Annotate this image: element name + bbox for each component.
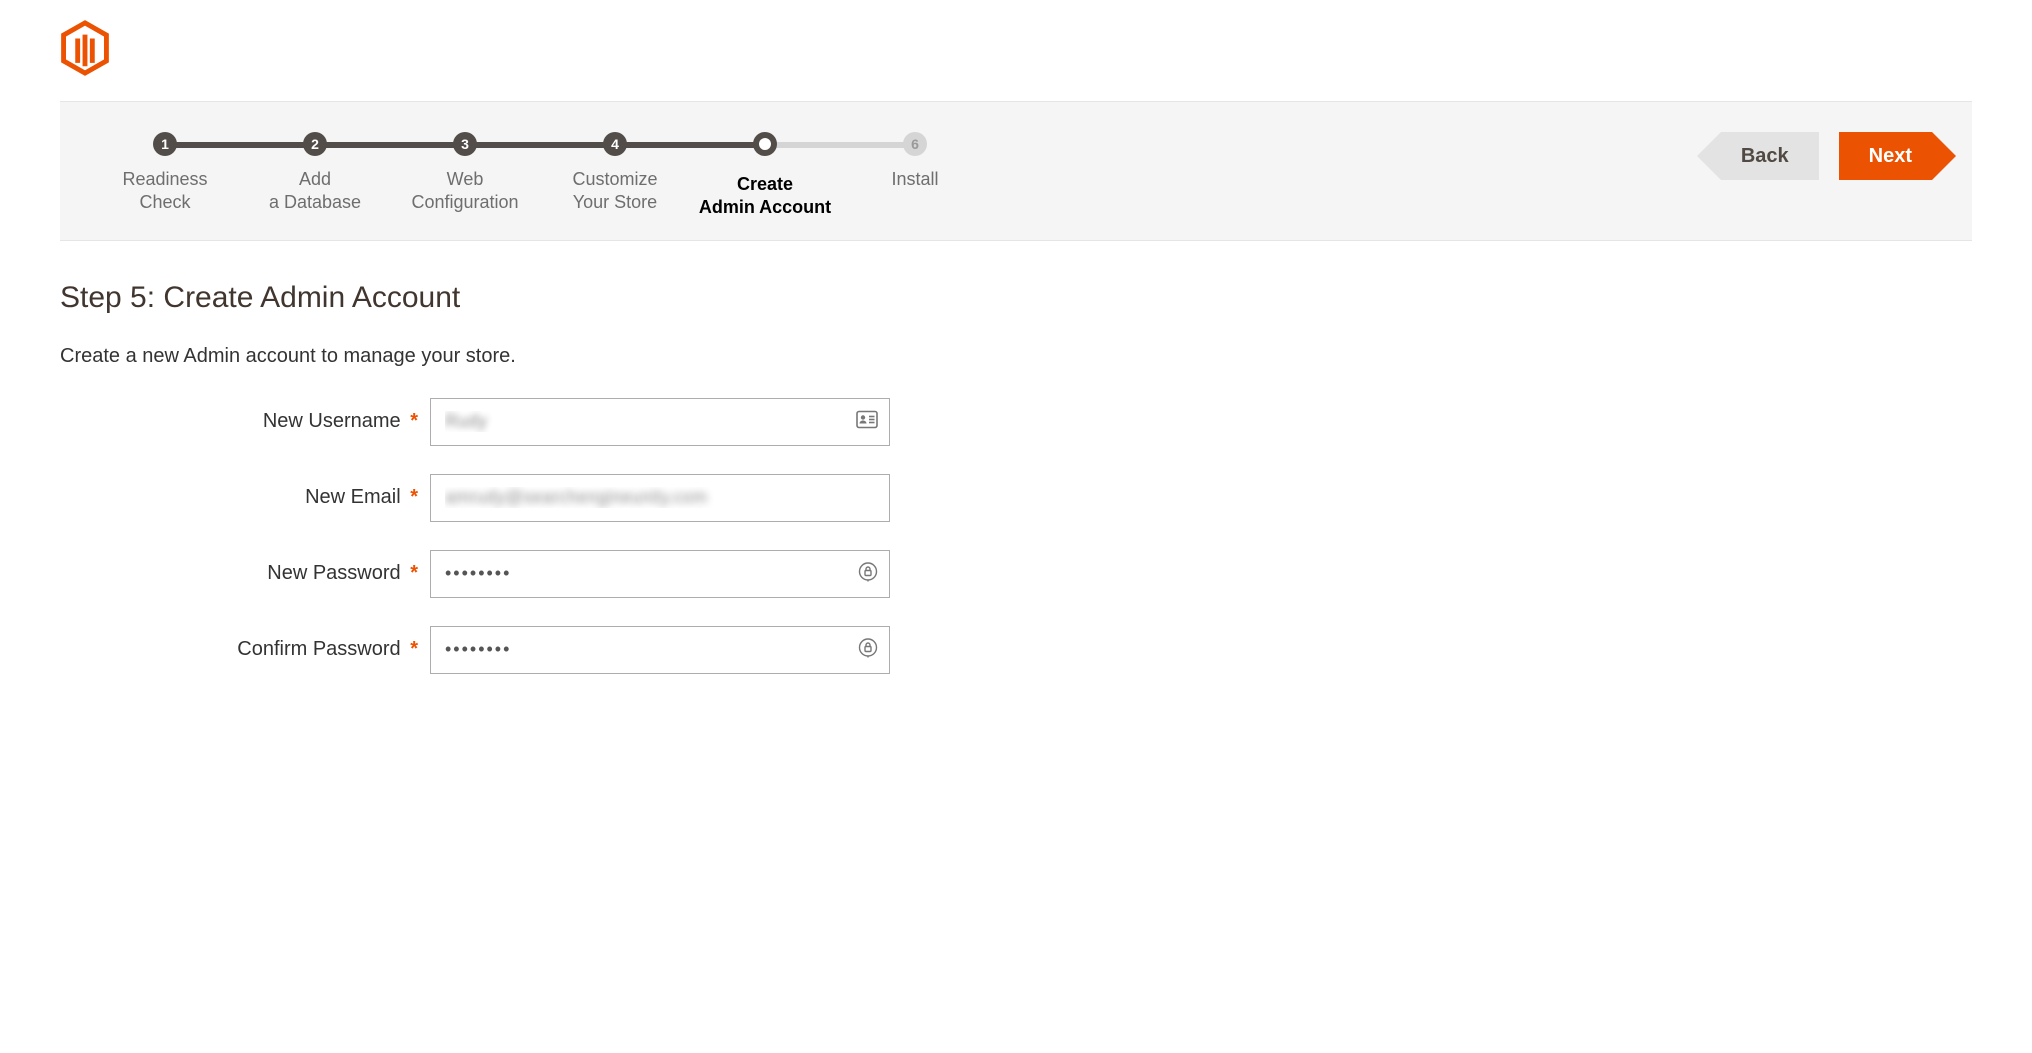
- required-asterisk: *: [410, 410, 418, 432]
- back-button[interactable]: Back: [1721, 132, 1819, 180]
- step-customize-store[interactable]: 4 CustomizeYour Store: [540, 132, 690, 220]
- step-number: 6: [903, 132, 927, 156]
- step-number: 2: [303, 132, 327, 156]
- step-install[interactable]: 6 Install: [840, 132, 990, 220]
- magento-logo: [60, 20, 1972, 81]
- step-add-database[interactable]: 2 Adda Database: [240, 132, 390, 220]
- row-new-email: New Email *: [60, 474, 1972, 522]
- label-new-username: New Username *: [60, 410, 430, 433]
- step-web-configuration[interactable]: 3 WebConfiguration: [390, 132, 540, 220]
- step-label: ReadinessCheck: [90, 168, 240, 215]
- step-label: CreateAdmin Account: [690, 173, 840, 220]
- page-subtitle: Create a new Admin account to manage you…: [60, 345, 1972, 368]
- step-number: 1: [153, 132, 177, 156]
- new-username-input[interactable]: [430, 398, 890, 446]
- steps-container: 1 ReadinessCheck 2 Adda Database 3 WebCo…: [90, 132, 990, 220]
- magento-logo-icon: [60, 20, 110, 76]
- new-password-input[interactable]: [430, 550, 890, 598]
- step-label: CustomizeYour Store: [540, 168, 690, 215]
- id-card-icon: [856, 410, 878, 433]
- required-asterisk: *: [410, 638, 418, 660]
- step-readiness-check[interactable]: 1 ReadinessCheck: [90, 132, 240, 220]
- step-current-marker: [753, 132, 777, 156]
- step-label: WebConfiguration: [390, 168, 540, 215]
- key-lock-icon: [858, 637, 878, 662]
- step-number: 3: [453, 132, 477, 156]
- step-number: 4: [603, 132, 627, 156]
- confirm-password-input[interactable]: [430, 626, 890, 674]
- wizard-progress-bar: 1 ReadinessCheck 2 Adda Database 3 WebCo…: [60, 101, 1972, 241]
- step-label: Install: [840, 168, 990, 191]
- page-title: Step 5: Create Admin Account: [60, 281, 1972, 315]
- row-new-password: New Password *: [60, 550, 1972, 598]
- label-new-password: New Password *: [60, 562, 430, 585]
- row-confirm-password: Confirm Password *: [60, 626, 1972, 674]
- step-create-admin-account[interactable]: CreateAdmin Account: [690, 132, 840, 220]
- wizard-nav-buttons: Back Next: [1721, 132, 1932, 180]
- main-content: Step 5: Create Admin Account Create a ne…: [60, 241, 1972, 674]
- required-asterisk: *: [410, 562, 418, 584]
- key-lock-icon: [858, 561, 878, 586]
- next-button[interactable]: Next: [1839, 132, 1932, 180]
- row-new-username: New Username *: [60, 398, 1972, 446]
- required-asterisk: *: [410, 486, 418, 508]
- step-label: Adda Database: [240, 168, 390, 215]
- label-confirm-password: Confirm Password *: [60, 638, 430, 661]
- new-email-input[interactable]: [430, 474, 890, 522]
- label-new-email: New Email *: [60, 486, 430, 509]
